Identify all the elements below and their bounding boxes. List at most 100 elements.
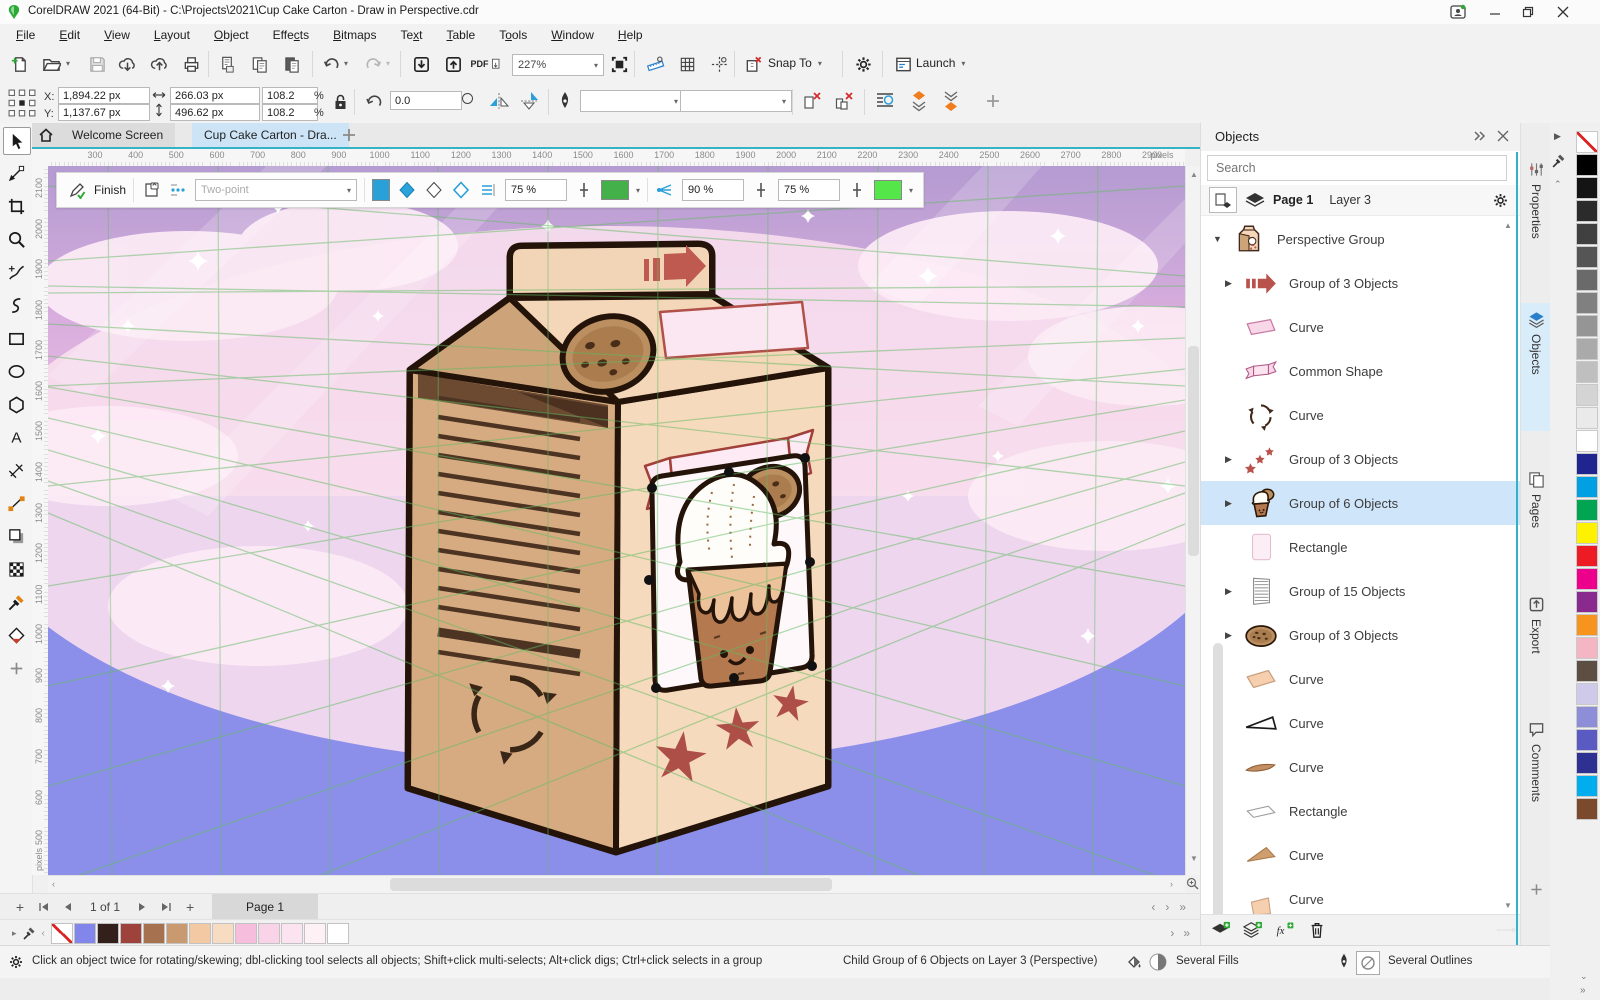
open-button[interactable] — [38, 52, 64, 76]
cut-page-button[interactable] — [214, 52, 240, 76]
menu-tools[interactable]: Tools — [487, 26, 539, 44]
doc-swatch-f9d4e9[interactable] — [258, 923, 280, 944]
menu-bitmaps[interactable]: Bitmaps — [321, 26, 388, 44]
page-tabs-right-icon[interactable]: › — [1165, 900, 1169, 914]
menu-object[interactable]: Object — [202, 26, 261, 44]
doc-swatch-f2c9a2[interactable] — [189, 923, 211, 944]
scroll-down-icon[interactable]: ▼ — [1190, 854, 1198, 863]
page-label[interactable]: Page 1 — [1273, 193, 1313, 207]
doc-swatch-fdf1f6[interactable] — [304, 923, 326, 944]
layer-view-icon[interactable] — [1209, 187, 1237, 213]
snap-to-dropdown[interactable]: Snap To▾ — [768, 56, 822, 70]
launch-dropdown[interactable]: Launch▾ — [916, 56, 965, 70]
object-label[interactable]: Common Shape — [1289, 364, 1383, 379]
doc-swatch-ffffff[interactable] — [327, 923, 349, 944]
tab-document-active[interactable]: Cup Cake Carton - Dra... — [192, 123, 349, 147]
palette-swatch-2e3192[interactable] — [1576, 752, 1598, 774]
last-page-button[interactable] — [154, 895, 178, 919]
new-effect-button[interactable]: fx — [1275, 921, 1295, 939]
shape-tool[interactable] — [3, 160, 29, 186]
doc-swatch-8286ea[interactable] — [74, 923, 96, 944]
object-label[interactable]: Curve — [1289, 672, 1324, 687]
show-rulers-button[interactable] — [642, 52, 668, 76]
add-page-button-2[interactable]: + — [178, 895, 202, 919]
drawing-canvas[interactable]: Finish Two-point▾ 75 % ▾ 90 % 75 % ▾ — [48, 166, 1185, 875]
object-row-10[interactable]: Curve — [1201, 657, 1521, 701]
menu-text[interactable]: Text — [388, 26, 434, 44]
export-button[interactable] — [440, 52, 466, 76]
artistic-media-tool[interactable] — [3, 292, 29, 318]
slider-handle-icon-3[interactable] — [847, 180, 867, 200]
previous-page-button[interactable] — [56, 895, 80, 919]
expander-icon[interactable]: ▼ — [1213, 234, 1229, 244]
palette-swatch-5a5ac2[interactable] — [1576, 729, 1598, 751]
doc-swatch-c99a70[interactable] — [166, 923, 188, 944]
lock-perspective-icon[interactable] — [141, 180, 161, 200]
palette-swatch-959595[interactable] — [1576, 315, 1598, 337]
line-opacity-field[interactable]: 75 % — [778, 179, 840, 201]
palette-panel-flyout-icon[interactable]: ▶ — [1554, 131, 1561, 142]
show-guidelines-button[interactable] — [706, 52, 732, 76]
first-page-button[interactable] — [32, 895, 56, 919]
more-tools[interactable] — [3, 655, 29, 681]
palette-swatch-eaeaea[interactable] — [1576, 407, 1598, 429]
undo-button[interactable] — [318, 52, 344, 76]
objects-search-input[interactable] — [1207, 155, 1507, 181]
scale-x-field[interactable]: 108.2 — [262, 87, 318, 104]
expander-icon[interactable]: ▶ — [1225, 586, 1241, 597]
fill-color-indicator[interactable] — [1148, 952, 1168, 972]
grid-opacity-field-1[interactable]: 75 % — [505, 179, 567, 201]
outline-style-dropdown[interactable]: ▾ — [680, 90, 792, 112]
horizon-opacity-field[interactable]: 90 % — [682, 179, 744, 201]
expander-icon[interactable]: ▶ — [1225, 454, 1241, 465]
object-row-12[interactable]: Curve — [1201, 745, 1521, 789]
scroll-up-icon[interactable]: ▲ — [1190, 170, 1198, 179]
scroll-right-icon[interactable]: › — [1170, 879, 1173, 889]
docker-tab-comments[interactable]: Comments — [1521, 713, 1551, 841]
doc-swatch-f6bddd[interactable] — [235, 923, 257, 944]
new-layer-button[interactable] — [1211, 921, 1231, 939]
next-page-button[interactable] — [130, 895, 154, 919]
object-label[interactable]: Perspective Group — [1277, 232, 1385, 247]
lock-ratio-button[interactable] — [334, 94, 347, 111]
palette-swatch-808080[interactable] — [1576, 292, 1598, 314]
palette-swatch-00a551[interactable] — [1576, 499, 1598, 521]
canvas-artwork[interactable] — [48, 166, 1185, 875]
doc-swatch-none[interactable] — [51, 923, 73, 944]
object-label[interactable]: Group of 6 Objects — [1289, 496, 1398, 511]
object-row-9[interactable]: ▶Group of 3 Objects — [1201, 613, 1521, 657]
docker-tab-properties[interactable]: Properties — [1521, 153, 1551, 281]
tab-welcome-screen[interactable]: Welcome Screen — [60, 123, 175, 147]
export-cloud-button[interactable] — [146, 52, 172, 76]
object-row-7[interactable]: Rectangle — [1201, 525, 1521, 569]
docpal-more-icon[interactable]: » — [1183, 926, 1190, 940]
outline-width-dropdown[interactable]: ▾ — [580, 90, 684, 112]
roof-label[interactable] — [660, 302, 808, 358]
slider-handle-icon-1[interactable] — [574, 180, 594, 200]
page-fill-swatch[interactable] — [372, 179, 390, 201]
docker-expand-icon[interactable] — [1473, 130, 1487, 142]
palette-scroll-up-icon[interactable]: ⌃ — [1554, 179, 1562, 190]
palette-swatch-20248f[interactable] — [1576, 453, 1598, 475]
print-button[interactable] — [178, 52, 204, 76]
user-account-icon[interactable] — [1443, 2, 1473, 22]
paste-button[interactable] — [278, 52, 304, 76]
vscroll-thumb[interactable] — [1188, 346, 1199, 556]
menu-help[interactable]: Help — [606, 26, 655, 44]
menu-view[interactable]: View — [92, 26, 142, 44]
object-row-5[interactable]: ▶Group of 3 Objects — [1201, 437, 1521, 481]
status-gear-icon[interactable] — [8, 954, 24, 970]
object-row-3[interactable]: Common Shape — [1201, 349, 1521, 393]
object-label[interactable]: Curve — [1289, 408, 1324, 423]
slider-handle-icon-2[interactable] — [751, 180, 771, 200]
y-position-field[interactable]: 1,137.67 px — [58, 104, 150, 121]
import-button[interactable] — [408, 52, 434, 76]
palette-swatch-5d4e43[interactable] — [1576, 660, 1598, 682]
object-row-15[interactable]: Curve — [1201, 877, 1521, 915]
pick-tool[interactable] — [3, 127, 31, 155]
perspective-type-dropdown[interactable]: Two-point▾ — [195, 179, 357, 201]
docker-tab-pages[interactable]: Pages — [1521, 463, 1551, 591]
palette-swatch-6a6a6a[interactable] — [1576, 269, 1598, 291]
launch-window-icon[interactable] — [890, 52, 916, 76]
palette-swatch-2b2b2b[interactable] — [1576, 200, 1598, 222]
